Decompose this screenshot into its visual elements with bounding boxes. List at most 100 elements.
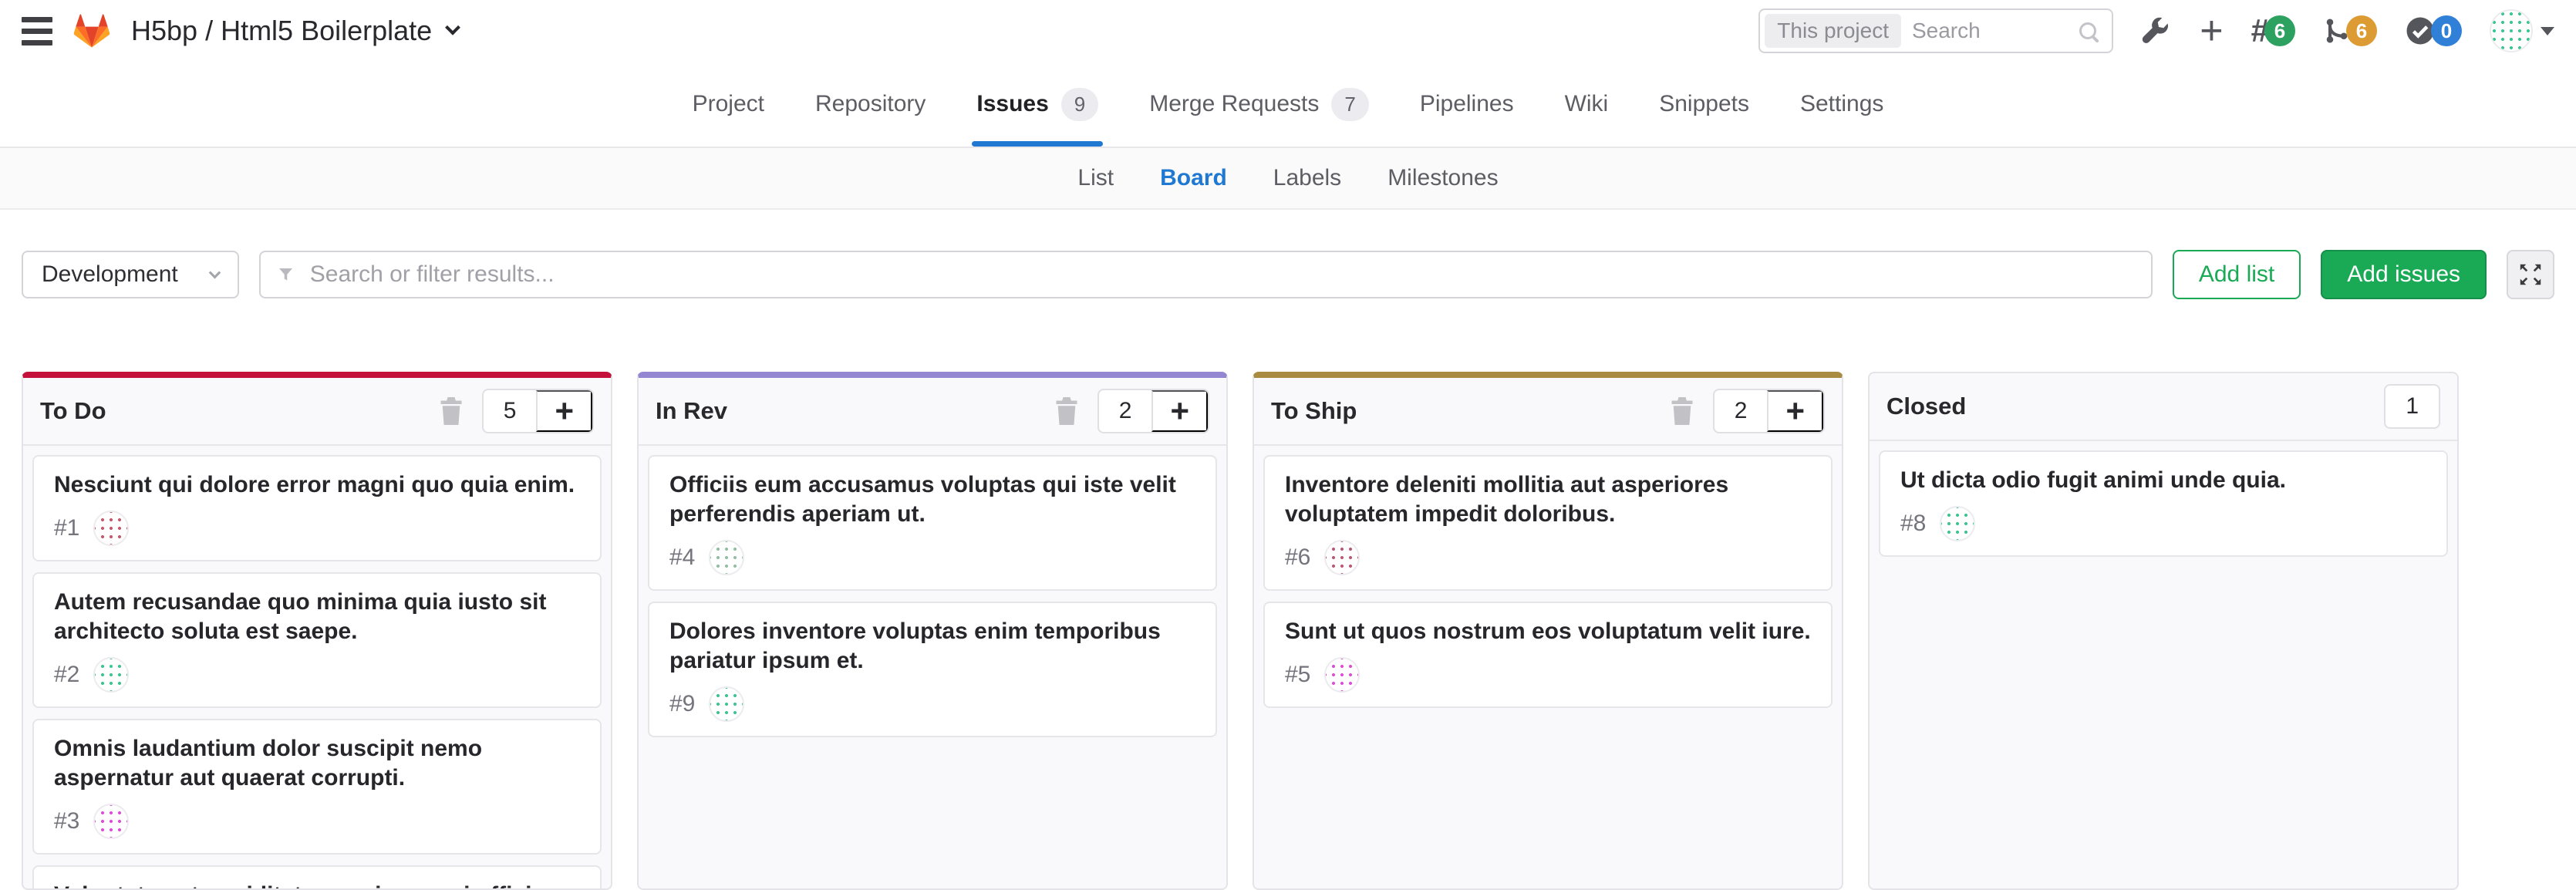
navbar-right: This project + # 6 6 <box>1758 8 2554 53</box>
trash-icon <box>1054 397 1079 425</box>
issue-id: #2 <box>54 662 79 688</box>
milestone-dropdown[interactable]: Development <box>22 251 239 298</box>
tab-snippets[interactable]: Snippets <box>1659 62 1749 147</box>
subnav-board[interactable]: Board <box>1160 165 1227 191</box>
tab-wiki[interactable]: Wiki <box>1565 62 1609 147</box>
project-title-text: H5bp / Html5 Boilerplate <box>131 15 432 47</box>
assignee-avatar[interactable] <box>1324 657 1360 693</box>
delete-list-button[interactable] <box>439 397 464 425</box>
list-actions: 2 + <box>1670 389 1825 433</box>
assignee-avatar[interactable] <box>93 804 129 839</box>
new-item-button[interactable]: + <box>2200 11 2223 51</box>
new-issue-button[interactable]: + <box>1151 390 1208 432</box>
board-list-todo: To Do 5 + Nesciunt qui dolore error magn… <box>22 372 612 890</box>
subnav-milestones[interactable]: Milestones <box>1387 165 1498 191</box>
assignee-avatar[interactable] <box>1940 506 1975 541</box>
list-header: To Do 5 + <box>23 378 611 446</box>
plus-icon: + <box>2200 11 2223 51</box>
issue-card[interactable]: Sunt ut quos nostrum eos voluptatum veli… <box>1263 602 1833 708</box>
navbar-left: H5bp / Html5 Boilerplate <box>22 12 458 49</box>
subnav-list[interactable]: List <box>1077 165 1114 191</box>
assignee-avatar[interactable] <box>93 657 129 693</box>
list-counter: 2 + <box>1097 389 1209 433</box>
list-actions: 2 + <box>1054 389 1209 433</box>
new-issue-button[interactable]: + <box>1767 390 1823 432</box>
admin-wrench-button[interactable] <box>2141 15 2172 46</box>
trash-icon <box>439 397 464 425</box>
gitlab-logo[interactable] <box>72 12 111 49</box>
search-input[interactable] <box>1901 19 2079 43</box>
milestone-dropdown-label: Development <box>42 261 178 288</box>
search-scope-token[interactable]: This project <box>1765 14 1901 48</box>
chevron-down-icon <box>445 20 460 35</box>
issues-sub-nav: List Board Labels Milestones <box>0 148 2576 210</box>
issues-tab-badge: 9 <box>1061 88 1098 121</box>
card-list: Officiis eum accusamus voluptas qui iste… <box>639 446 1226 888</box>
issue-id: #3 <box>54 808 79 834</box>
issue-card[interactable]: Voluptates ut cupiditate possimus qui of… <box>32 865 602 888</box>
board-search-input[interactable] <box>310 261 2133 288</box>
issue-card[interactable]: Omnis laudantium dolor suscipit nemo asp… <box>32 719 602 855</box>
issue-count: 5 <box>484 390 537 432</box>
issue-card[interactable]: Nesciunt qui dolore error magni quo quia… <box>32 455 602 561</box>
hamburger-menu-icon[interactable] <box>22 17 52 46</box>
user-avatar <box>2490 9 2533 52</box>
mr-tab-badge: 7 <box>1331 88 1368 121</box>
add-list-button[interactable]: Add list <box>2173 250 2301 299</box>
todos-button[interactable]: 0 <box>2405 15 2462 46</box>
add-issues-button[interactable]: Add issues <box>2321 250 2487 299</box>
list-actions: 5 + <box>439 389 594 433</box>
gitlab-tanuki-icon <box>72 12 111 49</box>
tab-issues[interactable]: Issues 9 <box>976 62 1098 147</box>
search-icon <box>2079 22 2096 39</box>
board-list-to-ship: To Ship 2 + Inventore deleniti mollitia … <box>1253 372 1843 890</box>
issue-id: #4 <box>669 544 695 571</box>
subnav-labels[interactable]: Labels <box>1273 165 1341 191</box>
tab-merge-requests[interactable]: Merge Requests 7 <box>1149 62 1369 147</box>
project-nav: Project Repository Issues 9 Merge Reques… <box>0 62 2576 148</box>
issue-card[interactable]: Dolores inventore voluptas enim temporib… <box>648 602 1217 737</box>
tab-repository[interactable]: Repository <box>815 62 926 147</box>
assignee-avatar[interactable] <box>709 540 744 575</box>
issue-id: #6 <box>1285 544 1310 571</box>
todos-count-badge: 0 <box>2431 15 2462 46</box>
tab-settings[interactable]: Settings <box>1800 62 1883 147</box>
issue-count: 1 <box>2385 386 2439 427</box>
fullscreen-button[interactable] <box>2507 250 2554 299</box>
board-list-closed: Closed 1 Ut dicta odio fugit animi unde … <box>1868 372 2459 890</box>
card-list: Nesciunt qui dolore error magni quo quia… <box>23 446 611 888</box>
assignee-avatar[interactable] <box>709 686 744 722</box>
assignee-avatar[interactable] <box>1324 540 1360 575</box>
new-issue-button[interactable]: + <box>536 390 592 432</box>
issues-count-badge: 6 <box>2264 15 2295 46</box>
expand-icon <box>2517 261 2544 288</box>
chevron-down-icon <box>208 266 221 278</box>
card-list: Inventore deleniti mollitia aut asperior… <box>1254 446 1842 888</box>
issue-card[interactable]: Ut dicta odio fugit animi unde quia. #8 <box>1879 450 2448 557</box>
board-list-in-rev: In Rev 2 + Officiis eum accusamus volupt… <box>637 372 1228 890</box>
list-header: In Rev 2 + <box>639 378 1226 446</box>
list-title: In Rev <box>656 397 1054 425</box>
issue-board: To Do 5 + Nesciunt qui dolore error magn… <box>0 339 2576 890</box>
filter-funnel-icon <box>279 268 293 281</box>
issue-card[interactable]: Officiis eum accusamus voluptas qui iste… <box>648 455 1217 591</box>
issue-count: 2 <box>1099 390 1152 432</box>
project-title[interactable]: H5bp / Html5 Boilerplate <box>131 15 458 47</box>
list-actions: 1 <box>2384 384 2440 429</box>
assigned-mrs-button[interactable]: 6 <box>2323 15 2377 46</box>
list-header: Closed 1 <box>1870 373 2457 441</box>
tab-project[interactable]: Project <box>693 62 764 147</box>
user-menu[interactable] <box>2490 9 2554 52</box>
board-filter-bar: Development Add list Add issues <box>0 210 2576 339</box>
tab-pipelines[interactable]: Pipelines <box>1420 62 1514 147</box>
assigned-issues-button[interactable]: # 6 <box>2251 15 2295 47</box>
delete-list-button[interactable] <box>1670 397 1694 425</box>
issue-card[interactable]: Inventore deleniti mollitia aut asperior… <box>1263 455 1833 591</box>
assignee-avatar[interactable] <box>93 511 129 546</box>
list-title: To Ship <box>1271 397 1670 425</box>
delete-list-button[interactable] <box>1054 397 1079 425</box>
list-header: To Ship 2 + <box>1254 378 1842 446</box>
list-counter: 5 + <box>482 389 594 433</box>
list-counter: 2 + <box>1713 389 1825 433</box>
issue-card[interactable]: Autem recusandae quo minima quia iusto s… <box>32 572 602 708</box>
